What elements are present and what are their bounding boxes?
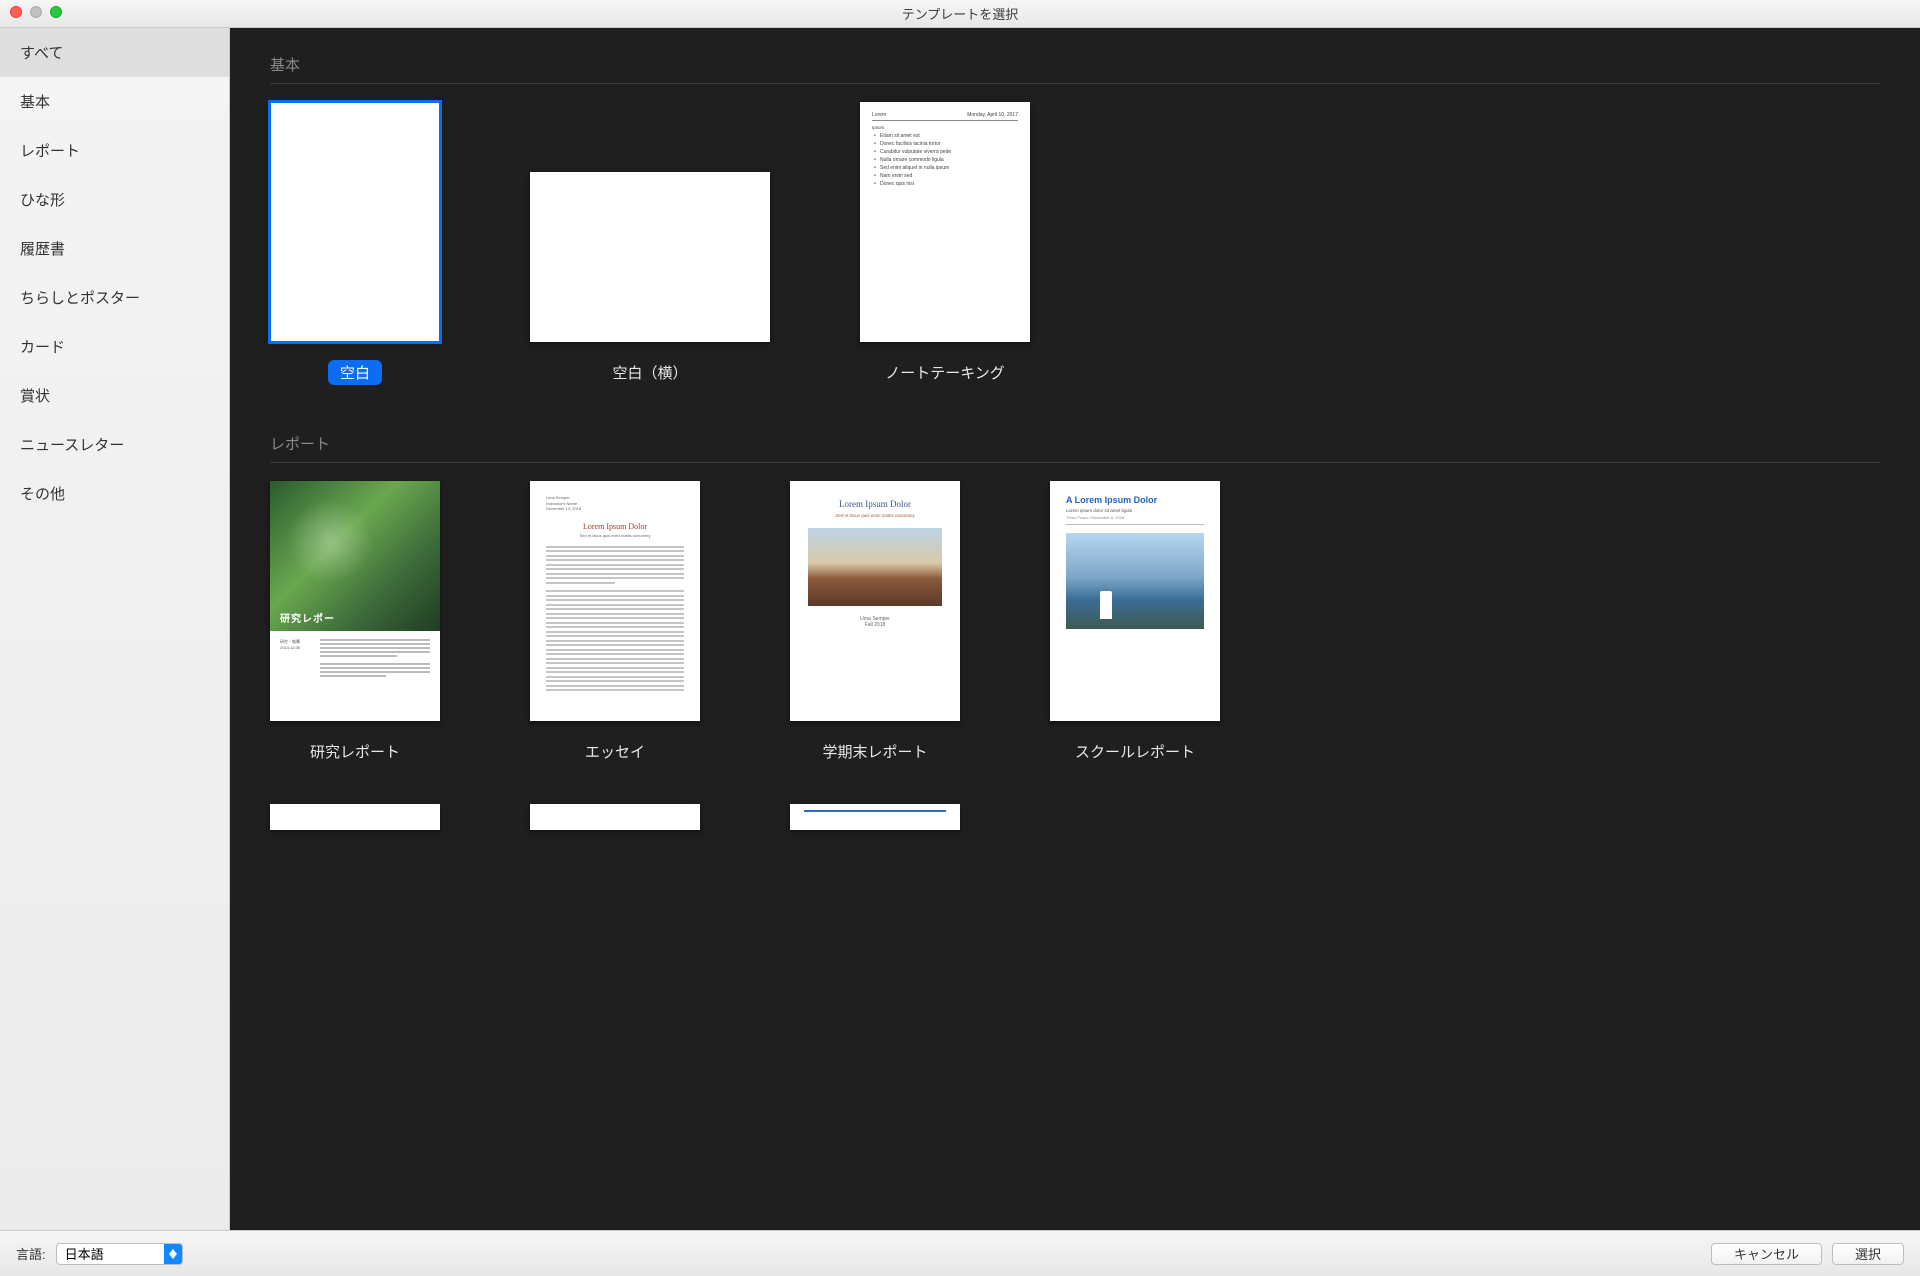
sidebar-item-label: ちらしとポスター [20, 290, 140, 307]
template-label: エッセイ [573, 739, 657, 764]
sr-title: A Lorem Ipsum Dolor [1066, 495, 1204, 505]
template-essay[interactable]: Urna Semper Instructor's Name December 1… [530, 481, 700, 764]
sidebar-item-report[interactable]: レポート [0, 126, 229, 175]
sidebar-item-label: ひな形 [20, 192, 65, 209]
template-thumb: A Lorem Ipsum Dolor Lorem ipsum dolor si… [1050, 481, 1220, 721]
main: すべて 基本 レポート ひな形 履歴書 ちらしとポスター カード 賞状 ニュース… [0, 28, 1920, 1230]
template-school-report[interactable]: A Lorem Ipsum Dolor Lorem ipsum dolor si… [1050, 481, 1220, 764]
choose-button[interactable]: 選択 [1832, 1243, 1904, 1265]
sidebar-item-label: ニュースレター [20, 437, 124, 454]
template-thumb [270, 804, 440, 830]
section-title-basic: 基本 [270, 46, 1880, 84]
template-peek[interactable] [530, 804, 700, 830]
grid-report-peek [270, 804, 1880, 830]
sidebar-item-label: レポート [20, 143, 80, 160]
template-thumb [270, 102, 440, 342]
sidebar-item-resume[interactable]: 履歴書 [0, 224, 229, 273]
cancel-button[interactable]: キャンセル [1711, 1243, 1822, 1265]
content: 基本 空白 空白（横） Lorem Monday, April 10, 2017 [230, 28, 1920, 1230]
tp-photo [808, 528, 942, 606]
es-title: Lorem Ipsum Dolor [546, 522, 684, 531]
template-thumb [530, 804, 700, 830]
template-label: 空白 [328, 360, 382, 385]
titlebar: テンプレートを選択 [0, 0, 1920, 28]
footer: 言語: 日本語 キャンセル 選択 [0, 1230, 1920, 1276]
sidebar-item-label: カード [20, 339, 65, 356]
template-label: 空白（横） [600, 360, 699, 385]
nt-bullet: Nam enim sed [872, 172, 1018, 180]
nt-bullet: Curabitur vulputate viverra pede [872, 148, 1018, 156]
close-icon[interactable] [10, 6, 22, 18]
template-thumb: Urna Semper Instructor's Name December 1… [530, 481, 700, 721]
button-label: キャンセル [1734, 1244, 1799, 1263]
sidebar-item-label: 賞状 [20, 388, 50, 405]
template-term-paper[interactable]: Lorem Ipsum Dolor Sed et lacus quis enim… [790, 481, 960, 764]
template-peek[interactable] [270, 804, 440, 830]
grid-report: 研究レポー 研究・執筆2014.12.05 研究レポート [270, 481, 1880, 764]
template-label: 学期末レポート [810, 739, 939, 764]
sidebar-item-basic[interactable]: 基本 [0, 77, 229, 126]
sidebar-item-label: すべて [20, 45, 63, 62]
template-thumb: Lorem Ipsum Dolor Sed et lacus quis enim… [790, 481, 960, 721]
sidebar-item-newsletter[interactable]: ニュースレター [0, 420, 229, 469]
sr-photo [1066, 533, 1204, 629]
sidebar-item-label: 基本 [20, 94, 50, 111]
sidebar: すべて 基本 レポート ひな形 履歴書 ちらしとポスター カード 賞状 ニュース… [0, 28, 230, 1230]
template-research-report[interactable]: 研究レポー 研究・執筆2014.12.05 研究レポート [270, 481, 440, 764]
template-thumb [790, 804, 960, 830]
sidebar-item-stationery[interactable]: ひな形 [0, 175, 229, 224]
sidebar-item-label: その他 [20, 486, 65, 503]
sidebar-item-all[interactable]: すべて [0, 28, 229, 77]
sr-meta: Trenz Pruca • December 6, 2018 [1066, 515, 1204, 525]
minimize-icon[interactable] [30, 6, 42, 18]
button-label: 選択 [1855, 1244, 1881, 1263]
template-blank[interactable]: 空白 [270, 102, 440, 385]
nt-heading: Lorem [872, 112, 886, 118]
template-notetaking[interactable]: Lorem Monday, April 10, 2017 Ipsum Etiam… [860, 102, 1030, 385]
template-peek[interactable] [790, 804, 960, 830]
template-label: 研究レポート [298, 739, 412, 764]
tp-term: Fall 2018 [808, 622, 942, 628]
sidebar-item-certificates[interactable]: 賞状 [0, 371, 229, 420]
template-thumb: Lorem Monday, April 10, 2017 Ipsum Etiam… [860, 102, 1030, 342]
tp-subtitle: Sed et lacus quis enim mattis nonummy [808, 513, 942, 518]
zoom-icon[interactable] [50, 6, 62, 18]
sidebar-item-flyers[interactable]: ちらしとポスター [0, 273, 229, 322]
sidebar-item-cards[interactable]: カード [0, 322, 229, 371]
nt-bullet: Etiam sit amet est [872, 132, 1018, 140]
language-value: 日本語 [57, 1244, 164, 1264]
grid-basic: 空白 空白（横） Lorem Monday, April 10, 2017 Ip… [270, 102, 1880, 385]
sidebar-item-other[interactable]: その他 [0, 469, 229, 518]
es-subtitle: Sed et lacus quis enim mattis nonummy [546, 533, 684, 538]
language-label: 言語: [16, 1244, 46, 1263]
nt-bullet: Sed enim aliquet in nulla ipsum [872, 164, 1018, 172]
nt-bullet: Nulla ornare commodo ligula [872, 156, 1018, 164]
es-meta: December 13, 2018 [546, 506, 684, 512]
section-title-report: レポート [270, 425, 1880, 463]
nt-date: Monday, April 10, 2017 [967, 112, 1018, 118]
template-label: ノートテーキング [873, 360, 1017, 385]
window-title: テンプレートを選択 [902, 4, 1019, 23]
template-thumb: 研究レポー 研究・執筆2014.12.05 [270, 481, 440, 721]
sidebar-item-label: 履歴書 [20, 241, 65, 258]
template-blank-landscape[interactable]: 空白（横） [530, 102, 770, 385]
template-label: スクールレポート [1063, 739, 1207, 764]
tp-title: Lorem Ipsum Dolor [808, 499, 942, 509]
template-thumb [530, 172, 770, 342]
nt-bullet: Donec quis nisi [872, 180, 1018, 188]
language-select[interactable]: 日本語 [56, 1243, 183, 1265]
rr-caption: 研究レポー [280, 610, 335, 625]
window-controls [10, 6, 62, 18]
sr-subtitle: Lorem ipsum dolor sit amet ligula [1066, 508, 1204, 513]
nt-bullet: Donec facilisis lacinia tortor [872, 140, 1018, 148]
select-arrows-icon [164, 1244, 182, 1264]
